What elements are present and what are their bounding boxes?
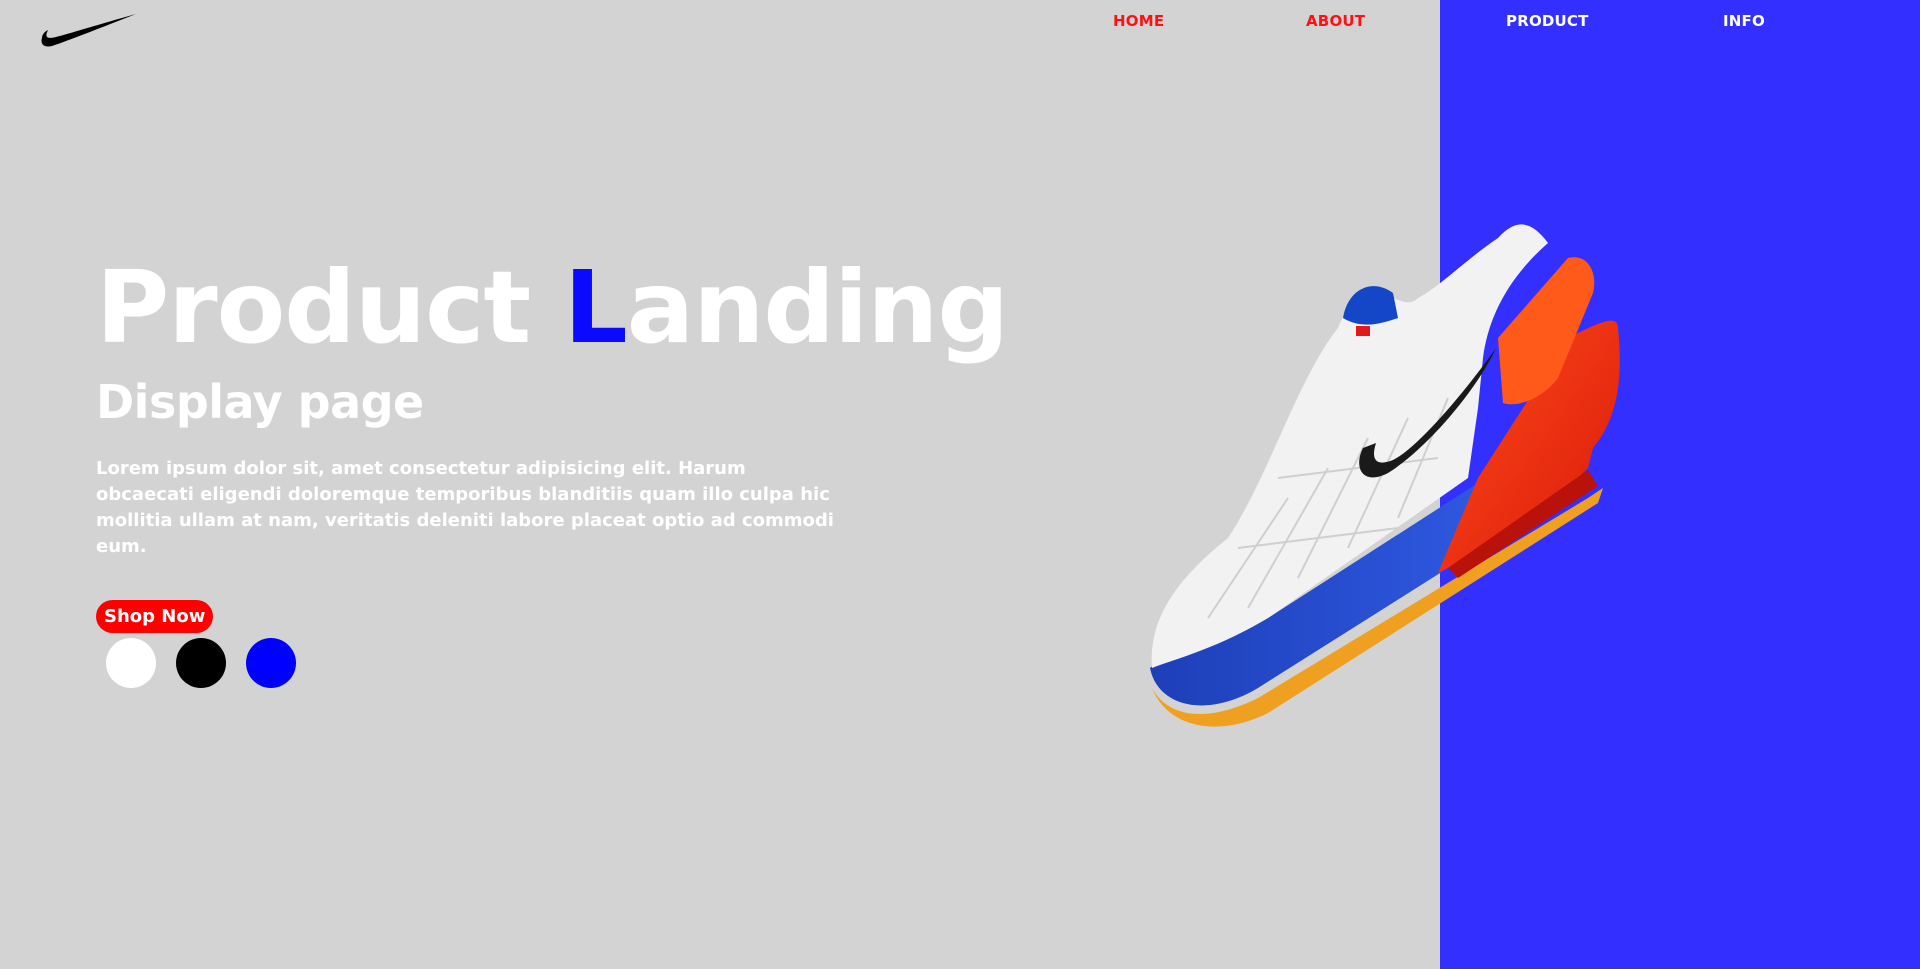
nav-info-link[interactable]: INFO (1723, 12, 1765, 30)
landing-page: HOME ABOUT PRODUCT INFO Product Landing … (0, 0, 1920, 969)
swatch-blue[interactable] (246, 638, 296, 688)
nav-home-link[interactable]: HOME (1113, 12, 1164, 30)
hero-description: Lorem ipsum dolor sit, amet consectetur … (96, 458, 834, 557)
main-nav: HOME ABOUT PRODUCT INFO (0, 0, 1920, 42)
swatch-black[interactable] (176, 638, 226, 688)
title-accent-letter: L (563, 249, 628, 366)
hero-section: Product Landing Display page Lorem ipsum… (96, 248, 1009, 633)
page-subtitle: Display page (96, 375, 424, 429)
nav-product-link[interactable]: PRODUCT (1506, 12, 1589, 30)
running-shoe-image (1148, 218, 1728, 728)
title-part-2: anding (626, 249, 1009, 366)
swatch-white[interactable] (106, 638, 156, 688)
nav-about-link[interactable]: ABOUT (1306, 12, 1365, 30)
title-part-1: Product (96, 249, 564, 366)
page-title: Product Landing (96, 248, 1009, 368)
shop-now-button[interactable]: Shop Now (96, 600, 214, 633)
